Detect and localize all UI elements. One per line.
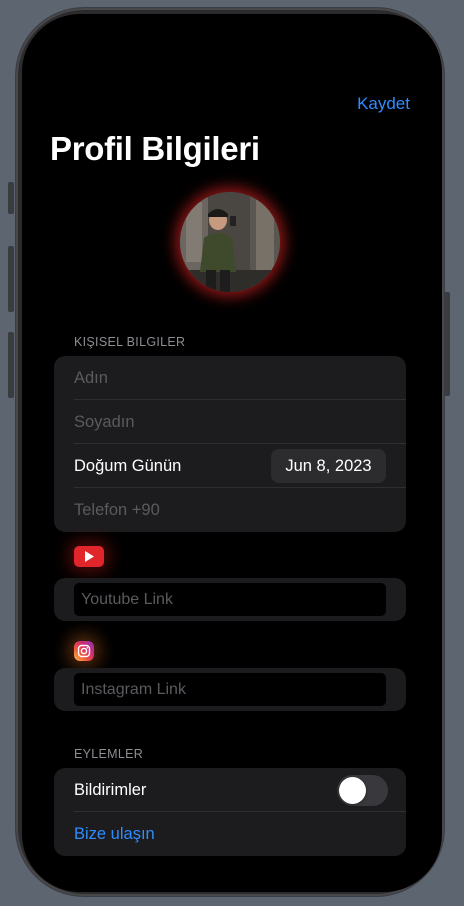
first-name-placeholder: Adın — [74, 368, 108, 387]
last-name-field[interactable]: Soyadın — [74, 400, 406, 444]
phone-placeholder: Telefon +90 — [74, 500, 160, 519]
youtube-link-input[interactable]: Youtube Link — [74, 583, 386, 616]
avatar-photo — [180, 192, 280, 292]
personal-info-card: Adın Soyadın Doğum Günün Jun 8, 2023 Tel… — [54, 356, 406, 532]
device-volume-down-button — [8, 332, 14, 398]
notifications-toggle[interactable] — [337, 775, 388, 806]
last-name-placeholder: Soyadın — [74, 412, 135, 431]
instagram-link-input[interactable]: Instagram Link — [74, 673, 386, 706]
first-name-field[interactable]: Adın — [74, 356, 406, 400]
notifications-label: Bildirimler — [74, 780, 147, 799]
contact-us-link[interactable]: Bize ulaşın — [74, 825, 155, 844]
personal-section-header: KIŞISEL BILGILER — [74, 335, 186, 349]
birthday-label: Doğum Günün — [74, 456, 182, 475]
page-title: Profil Bilgileri — [50, 130, 260, 167]
device-power-button — [444, 292, 450, 396]
device-side-button — [8, 182, 14, 214]
app-screen: Kaydet Profil Bilgileri KIŞISEL BILGILER… — [22, 14, 442, 892]
save-button[interactable]: Kaydet — [357, 94, 410, 114]
actions-section-header: EYLEMLER — [74, 747, 144, 761]
birthday-row: Doğum Günün Jun 8, 2023 — [74, 444, 406, 488]
toggle-knob — [339, 777, 366, 804]
instagram-card: Instagram Link — [54, 668, 406, 711]
contact-row[interactable]: Bize ulaşın — [74, 812, 406, 856]
actions-card: Bildirimler Bize ulaşın — [54, 768, 406, 856]
youtube-card: Youtube Link — [54, 578, 406, 621]
device-volume-up-button — [8, 246, 14, 312]
avatar[interactable] — [180, 192, 280, 292]
instagram-icon — [74, 641, 94, 661]
phone-field[interactable]: Telefon +90 — [74, 488, 406, 532]
notifications-row: Bildirimler — [74, 768, 406, 812]
birthday-date-picker[interactable]: Jun 8, 2023 — [271, 449, 386, 483]
youtube-icon — [74, 546, 104, 567]
